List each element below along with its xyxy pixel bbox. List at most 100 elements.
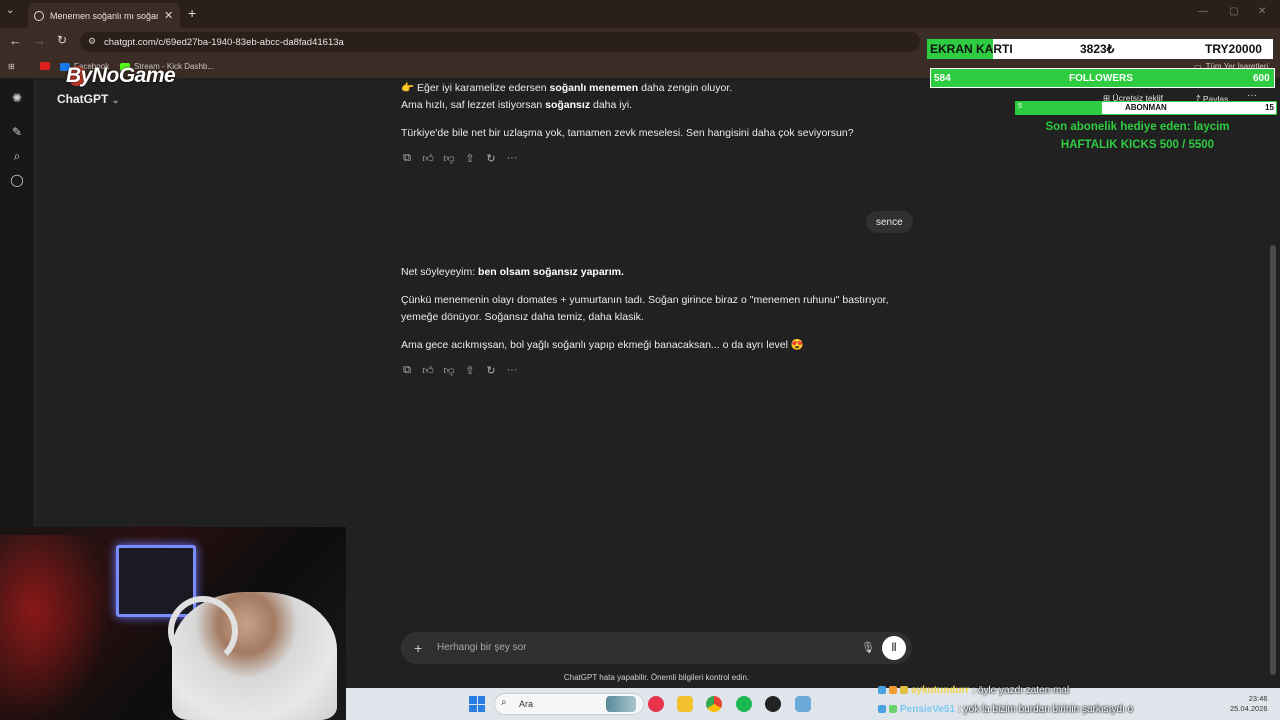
obs-icon[interactable] [765, 696, 781, 712]
new-tab-button[interactable]: + [188, 5, 196, 21]
file-explorer-icon[interactable] [677, 696, 693, 712]
assistant-message: Net söyleyeyim: ben olsam soğansız yapar… [401, 264, 911, 354]
subs-goal-fill [1016, 102, 1102, 114]
badge-icon [878, 686, 886, 694]
chevron-down-icon: ⌄ [111, 95, 120, 105]
maximize-icon[interactable]: ▢ [1229, 6, 1238, 17]
close-tab-icon[interactable]: ✕ [164, 9, 173, 22]
message-line: Çünkü menemenin olayı domates + yumurtan… [401, 294, 889, 306]
user-message-text: sence [876, 216, 903, 228]
user-message-bubble: sence [866, 211, 913, 233]
model-name: ChatGPT [57, 92, 109, 106]
chat-username: aykutundurr [911, 684, 970, 696]
apps-grid-icon[interactable]: ⊞ [8, 62, 15, 71]
text: Ama hızlı, saf lezzet istiyorsan [401, 99, 546, 111]
message-line: 👉 Eğer iyi karamelize edersen soğanlı me… [401, 82, 733, 94]
url-text: chatgpt.com/c/69ed27ba-1940-83eb-abcc-da… [104, 36, 344, 48]
gpu-goal-target: TRY20000 [1205, 42, 1262, 56]
microphone-icon[interactable]: 🎙︎ [861, 641, 875, 654]
badge-icon [889, 705, 897, 713]
copy-icon[interactable]: ⧉ [401, 364, 413, 377]
scrollbar[interactable] [1270, 245, 1276, 675]
attach-plus-icon[interactable]: + [414, 640, 422, 656]
tab-title: Menemen soğanlı mı soğansız [50, 10, 158, 21]
address-bar[interactable]: chatgpt.com/c/69ed27ba-1940-83eb-abcc-da… [80, 32, 920, 52]
media-player-icon[interactable] [648, 696, 664, 712]
thumbs-up-icon[interactable]: 👍︎ [422, 364, 434, 377]
gpu-goal-current: 3823₺ [1080, 42, 1115, 56]
bold-text: ben olsam soğansız yaparım. [478, 266, 624, 278]
copy-icon[interactable]: ⧉ [401, 152, 413, 165]
windows-start-icon[interactable] [469, 696, 485, 712]
more-icon[interactable]: ··· [506, 364, 518, 377]
weekly-kicks: HAFTALIK KICKS 500 / 5500 [1060, 139, 1215, 151]
message-line: Ama gece acıkmışsan, bol yağlı soğanlı y… [401, 339, 804, 351]
share-icon[interactable]: ⇧ [464, 364, 476, 377]
chat-message: aykutundurr : öyle yazdı zaten mal [878, 682, 1069, 698]
openai-logo-icon[interactable]: ✺ [10, 91, 24, 105]
widget-icon[interactable] [606, 696, 636, 712]
taskbar-search-text: Ara [519, 699, 534, 709]
webcam-red-light [0, 535, 110, 720]
bynogame-logo: ByNoGame [66, 64, 176, 87]
thumbs-down-icon[interactable]: 👎︎ [443, 152, 455, 165]
chat-text: : öyle yazdı zaten mal [972, 684, 1070, 696]
message-line: yemeğe dönüyor. Soğansız daha temiz, dah… [401, 311, 644, 323]
model-selector[interactable]: ChatGPT ⌄ [57, 92, 119, 106]
bold-text: soğanlı menemen [549, 82, 639, 94]
badge-icon [889, 686, 897, 694]
headset-icon [168, 596, 238, 666]
youtube-bookmark-icon[interactable] [40, 62, 50, 70]
message-line: Türkiye'de bile net bir uzlaşma yok, tam… [401, 127, 854, 139]
waveform-icon: ⦀ [891, 641, 897, 654]
close-window-icon[interactable]: ✕ [1258, 6, 1266, 17]
gpu-goal-label: EKRAN KARTI [930, 42, 1013, 56]
regenerate-icon[interactable]: ↻ [485, 364, 497, 377]
text: Eğer iyi karamelize edersen [417, 82, 550, 94]
tab-search-icon[interactable]: ⌄ [6, 5, 14, 16]
sidebar [0, 78, 35, 528]
back-icon[interactable]: ← [9, 33, 22, 48]
thumbs-down-icon[interactable]: 👎︎ [443, 364, 455, 377]
more-options-icon[interactable]: ··· [1247, 90, 1257, 101]
message-actions: ⧉ 👍︎ 👎︎ ⇧ ↻ ··· [401, 152, 518, 165]
text: daha zengin oluyor. [638, 82, 733, 94]
chat-bubble-icon[interactable]: ◯ [10, 173, 24, 187]
chat-message: PensieVe51 : yok la bizim burdan birinin… [878, 701, 1133, 717]
subs-current: 5 [1018, 103, 1022, 110]
message-line: Ama hızlı, saf lezzet istiyorsan soğansı… [401, 97, 911, 114]
chrome-icon[interactable] [706, 696, 722, 712]
new-chat-icon[interactable]: ✎ [10, 125, 24, 139]
taskbar [346, 688, 1280, 720]
text: Net söyleyeyim: [401, 266, 479, 278]
followers-label: FOLLOWERS [1069, 73, 1133, 84]
spotify-icon[interactable] [736, 696, 752, 712]
disclaimer: ChatGPT hata yapabilir. Önemli bilgileri… [563, 673, 750, 682]
clock-date: 25.04.2026 [1230, 704, 1268, 713]
prompt-placeholder: Herhangi bir şey sor [437, 642, 527, 653]
system-clock[interactable]: 23:46 25.04.2026 [1230, 694, 1268, 714]
thumbs-up-icon[interactable]: 👍︎ [422, 152, 434, 165]
clock-time: 23:46 [1248, 694, 1268, 703]
chat-username: PensieVe51 [900, 703, 956, 715]
share-icon[interactable]: ⇧ [464, 152, 476, 165]
regenerate-icon[interactable]: ↻ [485, 152, 497, 165]
reload-icon[interactable]: ↻ [57, 33, 67, 47]
more-icon[interactable]: ··· [506, 152, 518, 165]
voice-mode-button[interactable]: ⦀ [882, 636, 906, 660]
text: daha iyi. [590, 99, 633, 111]
site-info-icon[interactable]: ⚙ [88, 36, 96, 47]
search-icon: ⌕ [501, 697, 507, 708]
chatgpt-favicon-icon [34, 10, 44, 21]
tab-active[interactable]: Menemen soğanlı mı soğansız ✕ [28, 3, 180, 28]
forward-icon[interactable]: → [33, 33, 46, 48]
last-gift-sub: Son abonelik hediye eden: laycim [1045, 121, 1230, 133]
search-icon[interactable]: ⌕ [10, 149, 24, 164]
minimize-icon[interactable]: — [1198, 6, 1208, 17]
subs-target: 15 [1265, 103, 1274, 112]
badge-icon [900, 686, 908, 694]
assistant-message-prev: 👉 Eğer iyi karamelize edersen soğanlı me… [401, 80, 911, 142]
message-line: Net söyleyeyim: ben olsam soğansız yapar… [401, 264, 911, 281]
app-icon[interactable] [795, 696, 811, 712]
followers-current: 584 [934, 73, 951, 84]
